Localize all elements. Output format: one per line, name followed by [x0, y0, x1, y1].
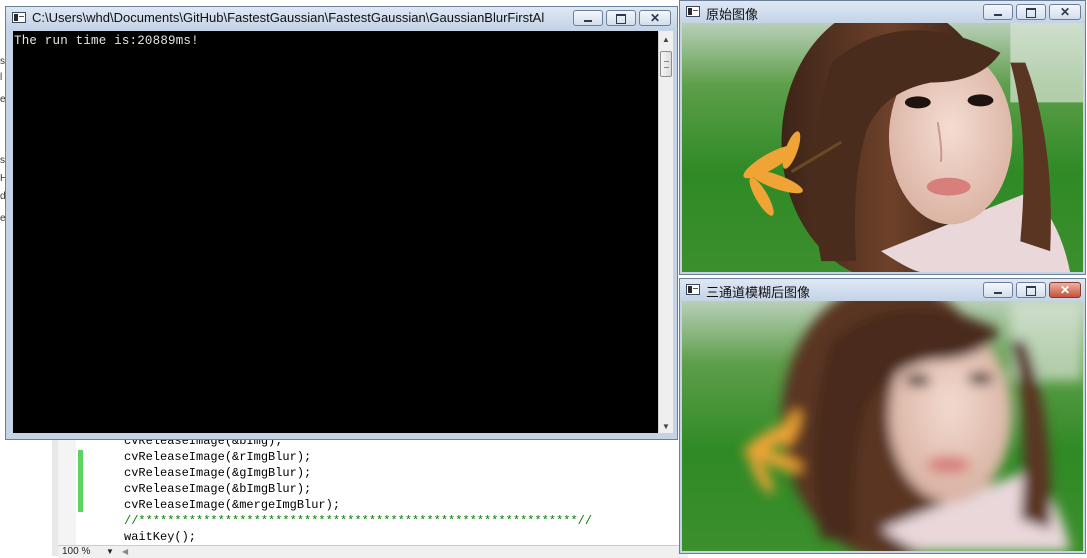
original-title: 原始图像 — [706, 7, 759, 22]
code-line: cvReleaseImage(&rImgBlur); — [124, 450, 312, 464]
close-button[interactable]: ✕ — [1049, 282, 1081, 298]
console-output-area[interactable]: The run time is:20889ms! — [13, 31, 658, 433]
maximize-icon — [1017, 283, 1045, 297]
minimize-button[interactable] — [983, 4, 1013, 20]
maximize-icon — [1017, 5, 1045, 19]
close-icon: ✕ — [1059, 5, 1071, 19]
scroll-up-icon[interactable]: ▲ — [662, 35, 670, 44]
zoom-dropdown-icon[interactable]: ▼ — [106, 546, 114, 558]
blurred-titlebar[interactable]: 三通道模糊后图像 ✕ — [680, 279, 1085, 301]
minimize-button[interactable] — [573, 10, 603, 26]
minimize-button[interactable] — [983, 282, 1013, 298]
blurred-title: 三通道模糊后图像 — [706, 285, 811, 300]
original-image — [682, 23, 1083, 272]
minimize-icon — [574, 11, 602, 25]
scroll-down-icon[interactable]: ▼ — [662, 422, 670, 431]
console-scrollbar[interactable]: ▲ ▼ — [658, 31, 673, 433]
zoom-level: 100 % — [62, 546, 91, 557]
close-icon: ✕ — [1059, 283, 1071, 297]
window-icon — [686, 284, 700, 295]
strip-char: l — [0, 72, 3, 83]
code-lines: cvReleaseImage(&bImg); cvReleaseImage(&rI… — [124, 433, 592, 545]
portrait-photo-blurred — [682, 301, 1083, 551]
console-window[interactable]: C:\Users\whd\Documents\GitHub\FastestGau… — [5, 6, 678, 440]
window-icon — [686, 6, 700, 17]
minimize-icon — [984, 5, 1012, 19]
close-button[interactable]: ✕ — [639, 10, 671, 26]
code-editor[interactable]: cvReleaseImage(&bImg); cvReleaseImage(&rI… — [52, 432, 688, 558]
scroll-left-icon[interactable]: ◀ — [122, 546, 128, 558]
console-title: C:\Users\whd\Documents\GitHub\FastestGau… — [32, 10, 544, 25]
maximize-button[interactable] — [1016, 4, 1046, 20]
code-line: cvReleaseImage(&bImgBlur); — [124, 482, 312, 496]
change-marker — [78, 450, 83, 512]
console-output: The run time is:20889ms! — [14, 34, 199, 48]
code-line: waitKey(); — [124, 530, 197, 544]
code-comment-line: //**************************************… — [124, 514, 593, 528]
maximize-button[interactable] — [606, 10, 636, 26]
code-line: cvReleaseImage(&gImgBlur); — [124, 466, 312, 480]
editor-status-bar: 100 % ▼ ◀ — [58, 545, 688, 558]
console-icon — [12, 12, 26, 23]
blurred-image-window[interactable]: 三通道模糊后图像 ✕ — [679, 278, 1086, 554]
original-image-window[interactable]: 原始图像 ✕ — [679, 0, 1086, 275]
close-button[interactable]: ✕ — [1049, 4, 1081, 20]
maximize-icon — [607, 11, 635, 25]
close-icon: ✕ — [649, 11, 661, 25]
minimize-icon — [984, 283, 1012, 297]
console-titlebar[interactable]: C:\Users\whd\Documents\GitHub\FastestGau… — [6, 7, 677, 29]
maximize-button[interactable] — [1016, 282, 1046, 298]
editor-gutter — [58, 432, 76, 556]
portrait-photo-original — [682, 23, 1083, 272]
original-titlebar[interactable]: 原始图像 ✕ — [680, 1, 1085, 23]
blurred-image — [682, 301, 1083, 551]
scroll-thumb[interactable] — [660, 51, 672, 77]
code-line: cvReleaseImage(&mergeImgBlur); — [124, 498, 341, 512]
